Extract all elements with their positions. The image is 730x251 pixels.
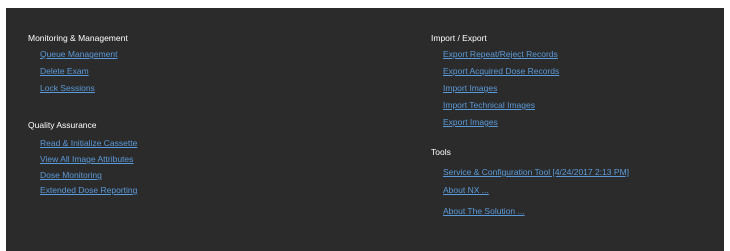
dose-monitoring-link[interactable]: Dose Monitoring [40,169,102,181]
export-images-link[interactable]: Export Images [443,116,498,128]
quality-assurance-section-title: Quality Assurance [28,120,97,130]
tools-section-title: Tools [431,147,451,157]
delete-exam-link[interactable]: Delete Exam [40,65,89,77]
about-the-solution-link[interactable]: About The Solution ... [443,205,525,217]
service-configuration-tool-link[interactable]: Service & Configuration Tool [4/24/2017 … [443,166,629,178]
read-initialize-cassette-link[interactable]: Read & Initialize Cassette [40,137,137,149]
import-export-section-title: Import / Export [431,33,487,43]
import-technical-images-link[interactable]: Import Technical Images [443,99,535,111]
main-panel: Monitoring & Management Queue Management… [6,8,724,251]
export-acquired-dose-records-link[interactable]: Export Acquired Dose Records [443,65,559,77]
view-all-image-attributes-link[interactable]: View All Image Attributes [40,153,133,165]
tools-section: Tools Service & Configuration Tool [4/24… [431,146,629,216]
lock-sessions-link[interactable]: Lock Sessions [40,82,95,94]
export-repeat-reject-records-link[interactable]: Export Repeat/Reject Records [443,48,558,60]
quality-assurance-section: Quality Assurance Read & Initialize Cass… [28,119,137,195]
import-images-link[interactable]: Import Images [443,82,497,94]
about-nx-link[interactable]: About NX ... [443,184,489,196]
monitoring-section-title: Monitoring & Management [28,33,128,43]
queue-management-link[interactable]: Queue Management [40,48,118,60]
import-export-section: Import / Export Export Repeat/Reject Rec… [431,32,559,127]
extended-dose-reporting-link[interactable]: Extended Dose Reporting [40,184,137,196]
monitoring-section: Monitoring & Management Queue Management… [28,32,128,93]
